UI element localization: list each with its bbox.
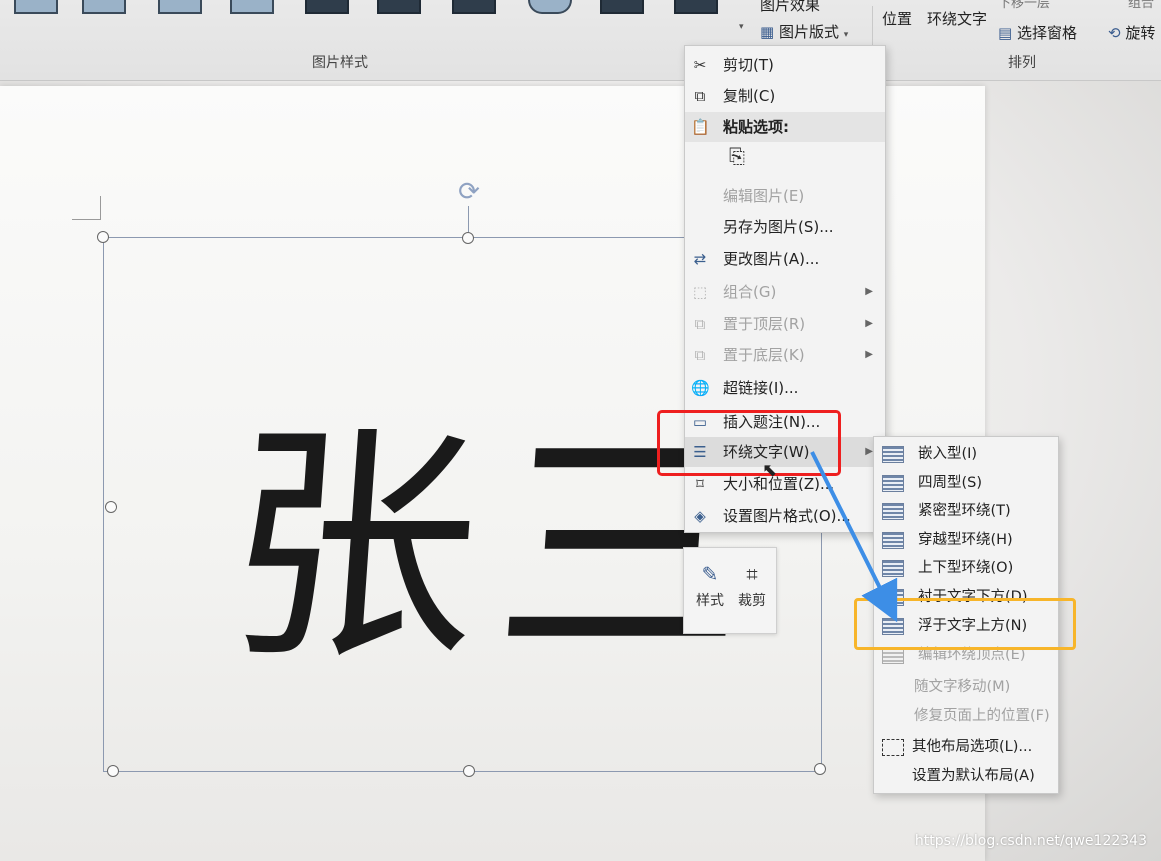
watermark: https://blog.csdn.net/qwe122343 <box>914 833 1147 849</box>
annotation-arrow <box>810 451 898 623</box>
mouse-cursor-icon: ⬉ <box>762 460 778 481</box>
